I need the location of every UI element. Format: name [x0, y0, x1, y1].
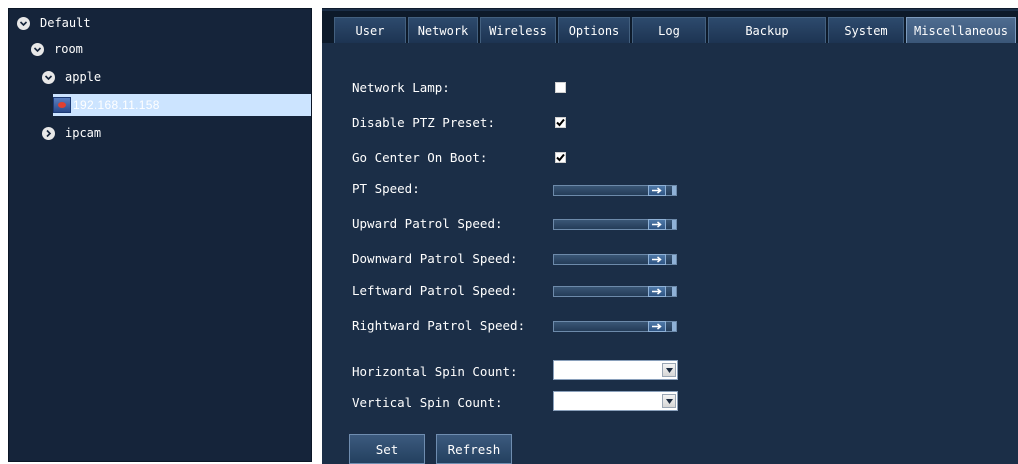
tab-log[interactable]: Log: [632, 17, 706, 43]
tab-user[interactable]: User: [334, 17, 406, 43]
go-center-on-boot-checkbox[interactable]: [555, 152, 566, 163]
tree-node-apple[interactable]: apple: [42, 66, 101, 88]
chevron-down-icon[interactable]: [42, 70, 55, 84]
device-tree: Default room apple 192.168.11.158 ipcam: [8, 8, 312, 462]
go-center-on-boot-label: Go Center On Boot:: [352, 150, 488, 165]
slider-thumb[interactable]: [648, 254, 666, 265]
horizontal-spin-count-label: Horizontal Spin Count:: [352, 364, 518, 379]
settings-panel: User Network Wireless Options Log Backup…: [322, 8, 1018, 464]
dropdown-arrow-icon[interactable]: [662, 394, 676, 408]
tree-node-label: apple: [65, 70, 102, 84]
tab-miscellaneous[interactable]: Miscellaneous: [906, 17, 1016, 43]
pt-speed-slider[interactable]: [553, 185, 677, 196]
arrow-right-icon: [652, 221, 662, 228]
rightward-patrol-speed-label: Rightward Patrol Speed:: [352, 318, 526, 333]
slider-track-end: [672, 220, 676, 229]
disable-ptz-preset-checkbox[interactable]: [555, 117, 566, 128]
disable-ptz-preset-label: Disable PTZ Preset:: [352, 115, 495, 130]
arrow-right-icon: [652, 323, 662, 330]
arrow-right-icon: [652, 256, 662, 263]
slider-thumb[interactable]: [648, 185, 666, 196]
arrow-right-icon: [652, 187, 662, 194]
upward-patrol-speed-label: Upward Patrol Speed:: [352, 216, 503, 231]
network-lamp-label: Network Lamp:: [352, 80, 450, 95]
network-lamp-checkbox[interactable]: [555, 82, 566, 93]
vertical-spin-count-label: Vertical Spin Count:: [352, 395, 503, 410]
chevron-down-icon[interactable]: [17, 16, 30, 30]
chevron-right-icon[interactable]: [42, 126, 55, 140]
tree-node-label: Default: [40, 16, 91, 30]
tree-node-room[interactable]: room: [31, 38, 83, 60]
upward-patrol-speed-slider[interactable]: [553, 219, 677, 230]
tab-network[interactable]: Network: [408, 17, 478, 43]
checkmark-icon: [556, 118, 565, 127]
tree-node-device-selected[interactable]: 192.168.11.158: [53, 94, 311, 116]
slider-track-end: [672, 255, 676, 264]
camera-icon: [53, 97, 71, 113]
tab-bar: User Network Wireless Options Log Backup…: [322, 11, 1018, 43]
slider-thumb[interactable]: [648, 219, 666, 230]
tab-wireless[interactable]: Wireless: [480, 17, 556, 43]
tab-backup[interactable]: Backup: [708, 17, 826, 43]
pt-speed-label: PT Speed:: [352, 181, 420, 196]
tree-node-default[interactable]: Default: [17, 12, 91, 34]
slider-track-end: [672, 186, 676, 195]
tree-node-label: ipcam: [65, 126, 102, 140]
slider-thumb[interactable]: [648, 286, 666, 297]
tree-node-ipcam[interactable]: ipcam: [42, 122, 101, 144]
leftward-patrol-speed-slider[interactable]: [553, 286, 677, 297]
downward-patrol-speed-slider[interactable]: [553, 254, 677, 265]
vertical-spin-count-select[interactable]: [553, 391, 678, 411]
slider-thumb[interactable]: [648, 321, 666, 332]
slider-track-end: [672, 287, 676, 296]
slider-track-end: [672, 322, 676, 331]
horizontal-spin-count-select[interactable]: [553, 360, 678, 380]
rightward-patrol-speed-slider[interactable]: [553, 321, 677, 332]
dropdown-arrow-icon[interactable]: [662, 363, 676, 377]
tree-node-label: 192.168.11.158: [73, 98, 160, 112]
downward-patrol-speed-label: Downward Patrol Speed:: [352, 251, 518, 266]
leftward-patrol-speed-label: Leftward Patrol Speed:: [352, 283, 518, 298]
tab-system[interactable]: System: [828, 17, 904, 43]
tab-options[interactable]: Options: [558, 17, 630, 43]
tree-node-label: room: [54, 42, 83, 56]
app-window: Default room apple 192.168.11.158 ipcam: [0, 0, 1018, 464]
chevron-down-icon[interactable]: [31, 42, 44, 56]
arrow-right-icon: [652, 288, 662, 295]
set-button[interactable]: Set: [349, 434, 425, 464]
checkmark-icon: [556, 153, 565, 162]
refresh-button[interactable]: Refresh: [436, 434, 512, 464]
